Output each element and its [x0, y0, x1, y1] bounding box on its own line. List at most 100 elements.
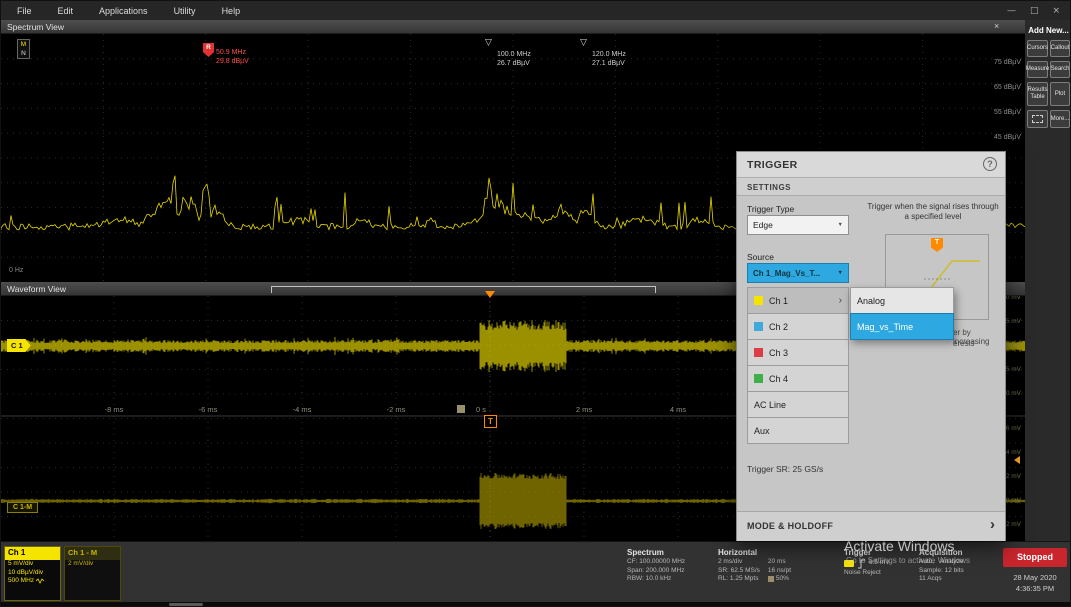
menu-bar: File Edit Applications Utility Help	[1, 1, 1071, 20]
submenu-item-label: Mag_vs_Time	[857, 322, 913, 332]
button-label: Callout	[1051, 45, 1070, 52]
source-menu-item-ch1[interactable]: Ch 1 ›	[747, 287, 849, 314]
menu-applications[interactable]: Applications	[99, 6, 148, 16]
window-length: 20 ms	[768, 558, 791, 567]
ch1-spectrum-scale: 10 dBµV/div	[5, 569, 60, 578]
source-menu: Ch 1 › Ch 2 Ch 3 Ch 4 AC Line Aux	[747, 288, 849, 444]
expansion-point-icon	[457, 405, 465, 413]
time-label-zero: 0 s	[467, 405, 495, 414]
source-value: Ch 1_Mag_Vs_T...	[753, 269, 820, 278]
ch1-math-badge[interactable]: Ch 1 - M 2 mV/div	[64, 546, 121, 601]
time-label-clock: 4:36:35 PM	[1003, 584, 1067, 593]
submenu-item-mag-vs-time[interactable]: Mag_vs_Time	[850, 313, 954, 340]
trigger-type-label: Trigger Type	[747, 204, 794, 214]
pan-bar-left-tick	[271, 286, 272, 293]
time-label: -4 ms	[282, 405, 322, 414]
acquisition-panel-title: Acquisition	[919, 547, 1001, 558]
trigger-flag-icon[interactable]: T	[484, 415, 497, 428]
source-dropdown[interactable]: Ch 1_Mag_Vs_T... ▼	[747, 263, 849, 283]
trigger-level-arrow-icon[interactable]	[1014, 456, 1020, 464]
trigger-status-panel[interactable]: Trigger 6.5 mV Noise Reject	[844, 547, 912, 578]
time-label: 4 ms	[658, 405, 698, 414]
spectrum-y-label: 75 dBµV	[971, 59, 1021, 66]
close-icon[interactable]: ×	[1052, 6, 1060, 16]
spectrum-status-panel[interactable]: Spectrum CF: 100.00000 MHz Span: 200.000…	[627, 547, 712, 584]
ch2-color-chip	[754, 322, 763, 331]
ch3-color-chip	[754, 348, 763, 357]
source-submenu: Analog Mag_vs_Time	[850, 288, 954, 340]
window-controls: — □ ×	[1007, 1, 1060, 20]
submenu-item-analog[interactable]: Analog	[850, 287, 954, 314]
trigger-sample-rate: Trigger SR: 25 GS/s	[747, 464, 823, 474]
source-menu-item-ch3[interactable]: Ch 3	[747, 339, 849, 366]
bottom-edge-strip	[1, 602, 1071, 607]
help-icon[interactable]: ?	[983, 157, 997, 171]
trigger-source-chip	[844, 560, 854, 567]
trigger-type-dropdown[interactable]: Edge ▼	[747, 215, 849, 235]
acquisition-mode: Auto,	[919, 558, 934, 567]
menu-help[interactable]: Help	[222, 6, 241, 16]
menu-item-label: AC Line	[754, 400, 786, 410]
spectrum-marker-v1-icon[interactable]: ▽	[485, 38, 492, 48]
math-channel-badge[interactable]: C 1-M	[7, 502, 38, 513]
spectrum-y-label: 45 dBµV	[971, 134, 1021, 141]
expand-chevron-icon: ›	[990, 516, 995, 533]
time-label: -2 ms	[376, 405, 416, 414]
submenu-item-label: Analog	[857, 296, 885, 306]
maximize-icon[interactable]: □	[1030, 6, 1039, 16]
spectrum-marker-v2-icon[interactable]: ▽	[580, 38, 587, 48]
add-measure-button[interactable]: Measure	[1027, 61, 1048, 78]
source-menu-item-ch2[interactable]: Ch 2	[747, 313, 849, 340]
source-menu-item-aux[interactable]: Aux	[747, 417, 849, 444]
menu-file[interactable]: File	[17, 6, 32, 16]
source-menu-item-ch4[interactable]: Ch 4	[747, 365, 849, 392]
stopped-button[interactable]: Stopped	[1003, 548, 1067, 567]
add-search-button[interactable]: Search	[1050, 61, 1070, 78]
edge-slope-icon	[857, 558, 866, 569]
menu-edit[interactable]: Edit	[58, 6, 74, 16]
add-plot-button[interactable]: Plot	[1050, 82, 1070, 106]
minimize-icon[interactable]: —	[1007, 6, 1016, 16]
add-mask-button[interactable]	[1027, 110, 1048, 128]
trigger-description: Trigger when the signal rises through a …	[867, 202, 999, 221]
trigger-position-marker-icon[interactable]	[485, 291, 495, 298]
menu-item-label: Ch 2	[769, 322, 788, 332]
button-label: More...	[1051, 116, 1070, 123]
add-callout-button[interactable]: Callout	[1050, 40, 1070, 57]
mode-holdoff-label: MODE & HOLDOFF	[747, 521, 833, 531]
badge-n: N	[18, 49, 29, 58]
add-cursors-button[interactable]: Cursors	[1027, 40, 1048, 57]
ch1-badge-title: Ch 1	[5, 547, 60, 560]
more-button[interactable]: More...	[1050, 110, 1070, 128]
source-menu-item-acline[interactable]: AC Line	[747, 391, 849, 418]
badge-m: M	[18, 40, 29, 49]
trigger-dialog: TRIGGER ? SETTINGS Trigger Type Edge ▼ T…	[736, 151, 1006, 541]
acquisition-status-panel[interactable]: Acquisition Auto, Analyze Sample: 12 bit…	[919, 547, 1001, 584]
horizontal-status-panel[interactable]: Horizontal 2 ms/div SR: 62.5 MS/s RL: 1.…	[718, 547, 836, 584]
marker-r-frequency: 50.9 MHz	[216, 49, 246, 57]
add-results-table-button[interactable]: Results Table	[1027, 82, 1048, 106]
spectrum-close-icon[interactable]: ×	[994, 21, 999, 31]
trigger-type-value: Edge	[753, 220, 773, 230]
mask-icon	[1032, 115, 1043, 123]
sample-bits: Sample: 12 bits	[919, 567, 1001, 576]
spectrum-y-label: 55 dBµV	[971, 109, 1021, 116]
trigger-dialog-header[interactable]: TRIGGER ?	[737, 152, 1005, 178]
menu-utility[interactable]: Utility	[174, 6, 196, 16]
ch1-badge[interactable]: Ch 1 5 mV/div 10 dBµV/div 500 MHz	[4, 546, 61, 601]
chevron-down-icon: ▼	[838, 222, 843, 228]
sample-rate: SR: 62.5 MS/s	[718, 567, 760, 576]
trigger-panel-title: Trigger	[844, 547, 912, 558]
menu-item-label: Ch 3	[769, 348, 788, 358]
mode-holdoff-bar[interactable]: MODE & HOLDOFF ›	[737, 511, 1005, 541]
rbw: RBW: 10.0 kHz	[627, 575, 712, 584]
pan-zoom-bar[interactable]	[271, 286, 656, 293]
menu-item-label: Aux	[754, 426, 770, 436]
ch4-color-chip	[754, 374, 763, 383]
horizontal-position: 50%	[776, 575, 789, 584]
center-frequency: CF: 100.00000 MHz	[627, 558, 712, 567]
oscilloscope-app: File Edit Applications Utility Help — □ …	[0, 0, 1071, 607]
spectrum-view-titlebar: Spectrum View ×	[1, 20, 1025, 34]
acquisition-count: 11 Acqs	[919, 575, 1001, 584]
button-label: Results Table	[1028, 87, 1048, 101]
